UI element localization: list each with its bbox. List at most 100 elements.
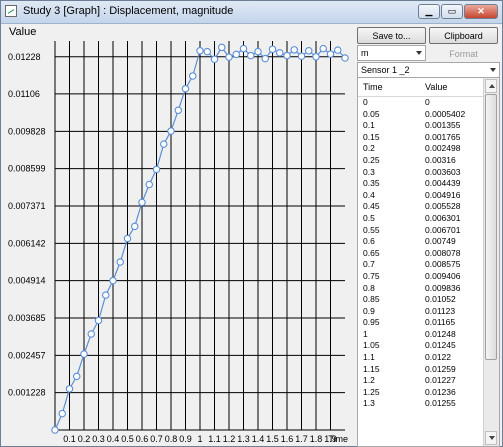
table-row[interactable]: 1 0.01248 bbox=[358, 329, 485, 341]
data-point bbox=[290, 46, 298, 54]
save-to-button[interactable]: Save to... bbox=[357, 27, 426, 44]
data-point bbox=[326, 50, 335, 58]
chevron-down-icon bbox=[416, 51, 422, 55]
cell-value: 0.01227 bbox=[425, 375, 456, 386]
table-row[interactable]: 0.9 0.01123 bbox=[358, 306, 485, 318]
data-point bbox=[174, 106, 183, 115]
scroll-down-arrow-icon[interactable] bbox=[485, 431, 497, 445]
data-point bbox=[145, 180, 154, 189]
cell-time: 0.75 bbox=[363, 270, 380, 281]
y-tick-label: 0.002457 bbox=[8, 350, 46, 360]
unit-select[interactable]: m bbox=[357, 45, 426, 61]
table-header: Time Value bbox=[358, 78, 485, 97]
cell-time: 0.9 bbox=[363, 305, 375, 316]
y-tick-label: 0.001228 bbox=[8, 388, 46, 398]
data-point bbox=[247, 51, 255, 60]
data-point bbox=[225, 53, 233, 61]
minimize-button[interactable]: ▁ bbox=[418, 4, 440, 19]
table-row[interactable]: 0.5 0.006301 bbox=[358, 213, 485, 225]
table-row[interactable]: 0.2 0.002498 bbox=[358, 143, 485, 155]
data-point bbox=[80, 350, 88, 358]
data-point bbox=[261, 54, 269, 63]
cell-time: 0.35 bbox=[363, 178, 380, 189]
table-row[interactable]: 1.1 0.0122 bbox=[358, 352, 485, 364]
table-row[interactable]: 1.25 0.01236 bbox=[358, 387, 485, 399]
chevron-down-icon bbox=[490, 68, 496, 72]
data-point bbox=[102, 291, 110, 299]
cell-time: 1.15 bbox=[363, 363, 380, 374]
table-row[interactable]: 0.3 0.003603 bbox=[358, 167, 485, 179]
data-point bbox=[116, 258, 125, 266]
cell-value: 0.008575 bbox=[425, 259, 461, 270]
cell-time: 0.4 bbox=[363, 189, 375, 200]
y-tick-label: 0.01228 bbox=[8, 52, 41, 62]
x-tick-label: 0.4 bbox=[107, 434, 120, 444]
table-row[interactable]: 0.25 0.00316 bbox=[358, 155, 485, 167]
unit-select-value: m bbox=[361, 48, 369, 58]
scroll-up-arrow-icon[interactable] bbox=[485, 79, 497, 93]
table-row[interactable]: 1.15 0.01259 bbox=[358, 364, 485, 376]
table-row[interactable]: 0.05 0.0005402 bbox=[358, 109, 485, 121]
format-button: Format bbox=[449, 48, 478, 59]
cell-value: 0.01052 bbox=[425, 294, 456, 305]
data-point bbox=[196, 46, 204, 55]
cell-value: 0.01255 bbox=[425, 398, 456, 409]
data-point bbox=[131, 222, 139, 231]
column-header-value[interactable]: Value bbox=[425, 82, 447, 92]
vertical-scrollbar[interactable] bbox=[483, 78, 499, 446]
cell-value: 0.01236 bbox=[425, 386, 456, 397]
y-tick-label: 0.004914 bbox=[8, 276, 46, 286]
table-row[interactable]: 1.05 0.01245 bbox=[358, 340, 485, 352]
x-tick-label: 1.3 bbox=[237, 434, 250, 444]
cell-value: 0.001355 bbox=[425, 120, 461, 131]
cell-value: 0.01248 bbox=[425, 328, 456, 339]
cell-value: 0.01245 bbox=[425, 340, 456, 351]
column-header-time[interactable]: Time bbox=[363, 82, 383, 92]
title-bar[interactable]: Study 3 [Graph] : Displacement, magnitud… bbox=[1, 1, 502, 24]
cell-time: 0.85 bbox=[363, 294, 380, 305]
table-row[interactable]: 1.3 0.01255 bbox=[358, 398, 485, 410]
cell-time: 1.25 bbox=[363, 386, 380, 397]
table-row[interactable]: 0.45 0.005528 bbox=[358, 201, 485, 213]
table-row[interactable]: 0.6 0.00749 bbox=[358, 236, 485, 248]
table-row[interactable]: 0.75 0.009406 bbox=[358, 271, 485, 283]
cell-time: 0.05 bbox=[363, 108, 380, 119]
table-row[interactable]: 0.7 0.008575 bbox=[358, 259, 485, 271]
table-row[interactable]: 0.1 0.001355 bbox=[358, 120, 485, 132]
table-row[interactable]: 0.85 0.01052 bbox=[358, 294, 485, 306]
cell-value: 0.006701 bbox=[425, 224, 461, 235]
data-point bbox=[304, 46, 313, 55]
table-row[interactable]: 0.35 0.004439 bbox=[358, 178, 485, 190]
cell-time: 1.3 bbox=[363, 398, 375, 409]
data-point bbox=[203, 47, 212, 56]
cell-time: 1.05 bbox=[363, 340, 380, 351]
data-point bbox=[123, 234, 132, 243]
data-point bbox=[218, 43, 226, 52]
cell-value: 0.009406 bbox=[425, 270, 461, 281]
data-point bbox=[254, 47, 262, 56]
cell-time: 0 bbox=[363, 97, 368, 107]
clipboard-button[interactable]: Clipboard bbox=[429, 27, 498, 44]
sensor-select[interactable]: Sensor 1 _2 bbox=[357, 62, 500, 78]
data-point bbox=[65, 385, 74, 393]
table-row[interactable]: 00 bbox=[358, 97, 485, 109]
table-row[interactable]: 0.8 0.009836 bbox=[358, 283, 485, 295]
table-row[interactable]: 1.2 0.01227 bbox=[358, 375, 485, 387]
table-row[interactable]: 0.95 0.01165 bbox=[358, 317, 485, 329]
cell-time: 1.2 bbox=[363, 375, 375, 386]
table-row[interactable]: 0.65 0.008078 bbox=[358, 248, 485, 260]
close-button[interactable]: ✕ bbox=[464, 4, 498, 19]
maximize-button[interactable]: ▭ bbox=[441, 4, 463, 19]
cell-value: 0.004916 bbox=[425, 189, 461, 200]
x-tick-label: 0.6 bbox=[136, 434, 149, 444]
cell-value: 0.008078 bbox=[425, 247, 461, 258]
data-point bbox=[239, 44, 248, 53]
cell-time: 0.5 bbox=[363, 212, 375, 223]
scrollbar-thumb[interactable] bbox=[485, 94, 497, 360]
table-row[interactable]: 0.55 0.006701 bbox=[358, 225, 485, 237]
data-point bbox=[160, 140, 168, 148]
table-row[interactable]: 0.15 0.001765 bbox=[358, 132, 485, 144]
data-point bbox=[58, 409, 66, 418]
cell-time: 0.6 bbox=[363, 236, 375, 247]
table-row[interactable]: 0.4 0.004916 bbox=[358, 190, 485, 202]
